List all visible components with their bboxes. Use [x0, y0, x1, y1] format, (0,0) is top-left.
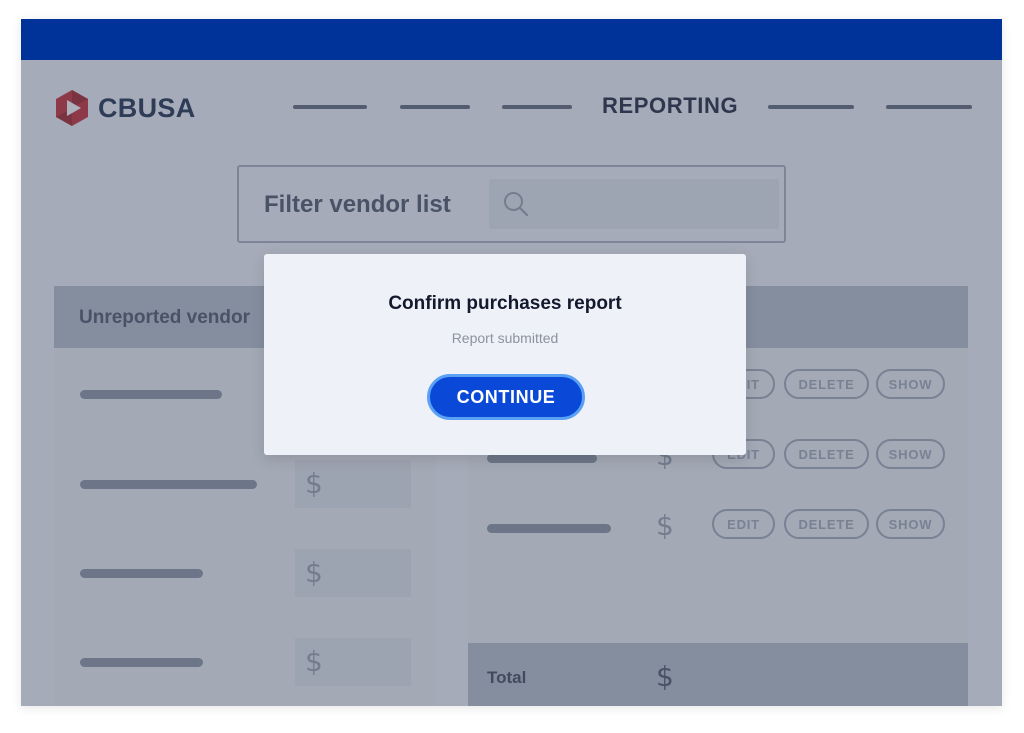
top-bar [21, 19, 1002, 60]
dialog-subtitle: Report submitted [451, 330, 559, 346]
confirm-dialog: Confirm purchases report Report submitte… [264, 254, 746, 455]
dialog-title: Confirm purchases report [388, 293, 622, 314]
continue-button[interactable]: CONTINUE [427, 374, 585, 420]
